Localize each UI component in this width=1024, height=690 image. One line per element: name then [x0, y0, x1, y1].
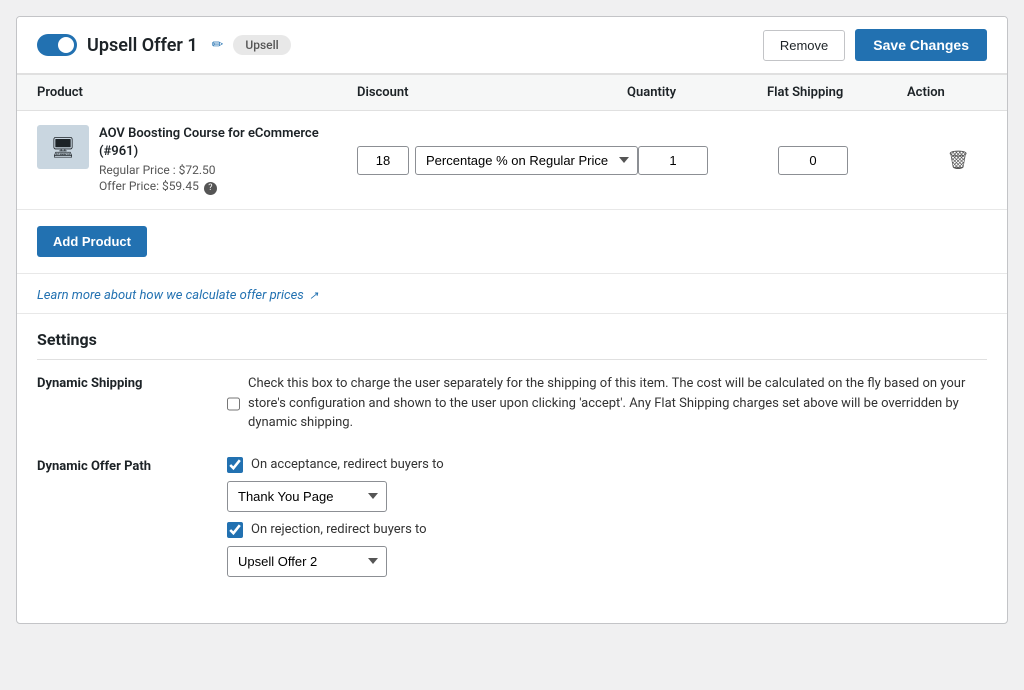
acceptance-redirect-select[interactable]: Thank You Page Custom URL [227, 481, 387, 512]
product-cell: 🖥 AOV Boosting Course for eCommerce (#96… [37, 125, 357, 195]
rejection-checkbox[interactable] [227, 522, 243, 538]
quantity-input[interactable] [638, 146, 708, 175]
add-product-section: Add Product [17, 210, 1007, 274]
flat-shipping-input[interactable] [778, 146, 848, 175]
rejection-checkbox-row: On rejection, redirect buyers to [227, 522, 987, 538]
discount-type-select[interactable]: Percentage % on Regular Price Fixed Amou… [415, 146, 638, 175]
dynamic-shipping-label: Dynamic Shipping [37, 374, 217, 391]
product-offer-price: Offer Price: $59.45 ? [99, 179, 357, 195]
offer-toggle[interactable] [37, 34, 77, 56]
learn-more-section: Learn more about how we calculate offer … [17, 274, 1007, 314]
dynamic-shipping-row: Dynamic Shipping Check this box to charg… [37, 374, 987, 441]
offer-header: Upsell Offer 1 ✏ Upsell Remove Save Chan… [17, 17, 1007, 74]
shipping-cell [778, 146, 918, 175]
col-action: Action [907, 85, 987, 100]
acceptance-label: On acceptance, redirect buyers to [251, 457, 444, 472]
external-link-icon: ↗ [309, 289, 318, 302]
edit-icon[interactable]: ✏ [212, 37, 224, 53]
discount-value-input[interactable] [357, 146, 409, 175]
save-button[interactable]: Save Changes [855, 29, 987, 61]
col-flat-shipping: Flat Shipping [767, 85, 907, 100]
rejection-label: On rejection, redirect buyers to [251, 522, 427, 537]
settings-title: Settings [37, 330, 987, 360]
dynamic-shipping-desc: Check this box to charge the user separa… [248, 374, 987, 433]
col-discount: Discount [357, 85, 627, 100]
table-header: Product Discount Quantity Flat Shipping … [17, 74, 1007, 111]
quantity-cell [638, 146, 778, 175]
dynamic-offer-path-label: Dynamic Offer Path [37, 457, 217, 474]
dynamic-offer-path-content: On acceptance, redirect buyers to Thank … [227, 457, 987, 587]
learn-more-link[interactable]: Learn more about how we calculate offer … [37, 288, 318, 303]
info-icon[interactable]: ? [204, 182, 217, 195]
col-quantity: Quantity [627, 85, 767, 100]
remove-button[interactable]: Remove [763, 30, 845, 61]
product-regular-price: Regular Price : $72.50 [99, 163, 357, 177]
col-product: Product [37, 85, 357, 100]
discount-cell: Percentage % on Regular Price Fixed Amou… [357, 146, 638, 175]
offer-type-badge: Upsell [233, 35, 290, 55]
add-product-button[interactable]: Add Product [37, 226, 147, 257]
product-info: AOV Boosting Course for eCommerce (#961)… [99, 125, 357, 195]
settings-section: Settings Dynamic Shipping Check this box… [17, 314, 1007, 623]
dynamic-shipping-checkbox[interactable] [227, 396, 240, 412]
delete-row-button[interactable]: 🗑 [943, 146, 974, 175]
product-thumbnail: 🖥 [37, 125, 89, 169]
product-name: AOV Boosting Course for eCommerce (#961) [99, 125, 357, 161]
acceptance-checkbox-row: On acceptance, redirect buyers to [227, 457, 987, 473]
action-cell: 🗑 [918, 146, 998, 175]
dynamic-offer-path-row: Dynamic Offer Path On acceptance, redire… [37, 457, 987, 587]
acceptance-checkbox[interactable] [227, 457, 243, 473]
table-row: 🖥 AOV Boosting Course for eCommerce (#96… [17, 111, 1007, 210]
offer-title: Upsell Offer 1 [87, 35, 198, 56]
dynamic-shipping-checkbox-row: Check this box to charge the user separa… [227, 374, 987, 433]
rejection-redirect-select[interactable]: Upsell Offer 2 Thank You Page Custom URL [227, 546, 387, 577]
dynamic-shipping-content: Check this box to charge the user separa… [227, 374, 987, 441]
